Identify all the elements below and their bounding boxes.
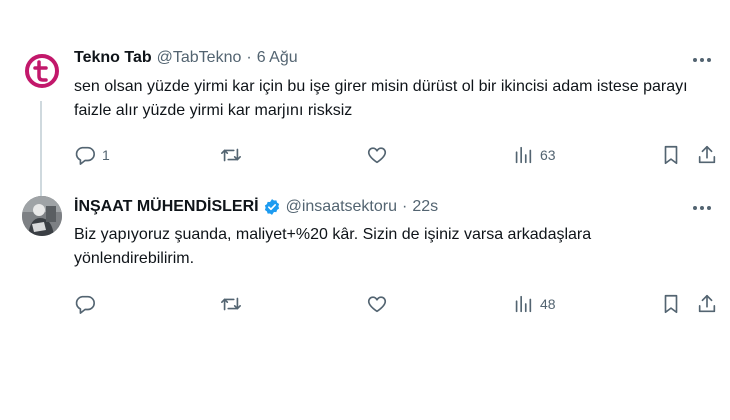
views-button[interactable]: 48 — [512, 292, 556, 316]
avatar[interactable] — [22, 51, 62, 91]
share-button[interactable] — [696, 292, 718, 316]
tweet-text: Biz yapıyoruz şuanda, maliyet+%20 kâr. S… — [74, 226, 592, 267]
separator-dot: · — [246, 49, 252, 66]
view-count: 63 — [540, 147, 556, 163]
views-icon — [515, 146, 532, 164]
tweet-text: sen olsan yüzde yirmi kar için bu işe gi… — [74, 78, 688, 119]
user-handle[interactable]: @TabTekno — [157, 49, 242, 67]
tekno-tab-logo-icon — [25, 54, 59, 88]
profile-photo-icon — [22, 196, 62, 236]
views-button[interactable]: 63 — [512, 143, 556, 167]
reply-count: 1 — [102, 147, 110, 163]
reply-icon — [75, 146, 95, 165]
share-icon — [698, 294, 716, 313]
retweet-button[interactable] — [220, 143, 242, 167]
reply-button[interactable]: 1 — [74, 143, 110, 167]
like-button[interactable] — [366, 143, 388, 167]
share-button[interactable] — [696, 143, 718, 167]
retweet-icon — [221, 148, 241, 162]
separator-dot: · — [402, 198, 408, 215]
views-icon — [515, 295, 532, 313]
tweet-actions: 1 63 — [0, 143, 730, 167]
like-button[interactable] — [366, 292, 388, 316]
heart-icon — [367, 296, 387, 313]
tweet-actions: 48 — [0, 292, 730, 316]
tweet-insaat-muhendisleri[interactable]: İNŞAAT MÜHENDİSLERİ @insaatsektoru · 22s… — [0, 188, 730, 328]
reply-button[interactable] — [74, 292, 102, 316]
bookmark-icon — [664, 145, 678, 165]
reply-icon — [75, 295, 95, 314]
display-name[interactable]: İNŞAAT MÜHENDİSLERİ — [74, 198, 259, 216]
timestamp[interactable]: 22s — [412, 198, 438, 216]
bookmark-button[interactable] — [660, 143, 682, 167]
more-icon[interactable] — [690, 198, 714, 218]
bookmark-icon — [664, 294, 678, 314]
view-count: 48 — [540, 296, 556, 312]
user-handle[interactable]: @insaatsektoru — [286, 198, 397, 216]
retweet-icon — [221, 297, 241, 311]
verified-badge-icon[interactable] — [263, 198, 281, 216]
bookmark-button[interactable] — [660, 292, 682, 316]
tweet-tekno-tab[interactable]: Tekno Tab @TabTekno · 6 Ağu sen olsan yü… — [0, 38, 730, 201]
tweet-header: Tekno Tab @TabTekno · 6 Ağu — [74, 49, 298, 67]
avatar[interactable] — [22, 196, 62, 236]
tweet-header: İNŞAAT MÜHENDİSLERİ @insaatsektoru · 22s — [74, 198, 438, 216]
share-icon — [698, 145, 716, 164]
heart-icon — [367, 147, 387, 164]
timestamp[interactable]: 6 Ağu — [257, 49, 298, 67]
more-icon[interactable] — [690, 50, 714, 70]
display-name[interactable]: Tekno Tab — [74, 49, 152, 67]
retweet-button[interactable] — [220, 292, 242, 316]
